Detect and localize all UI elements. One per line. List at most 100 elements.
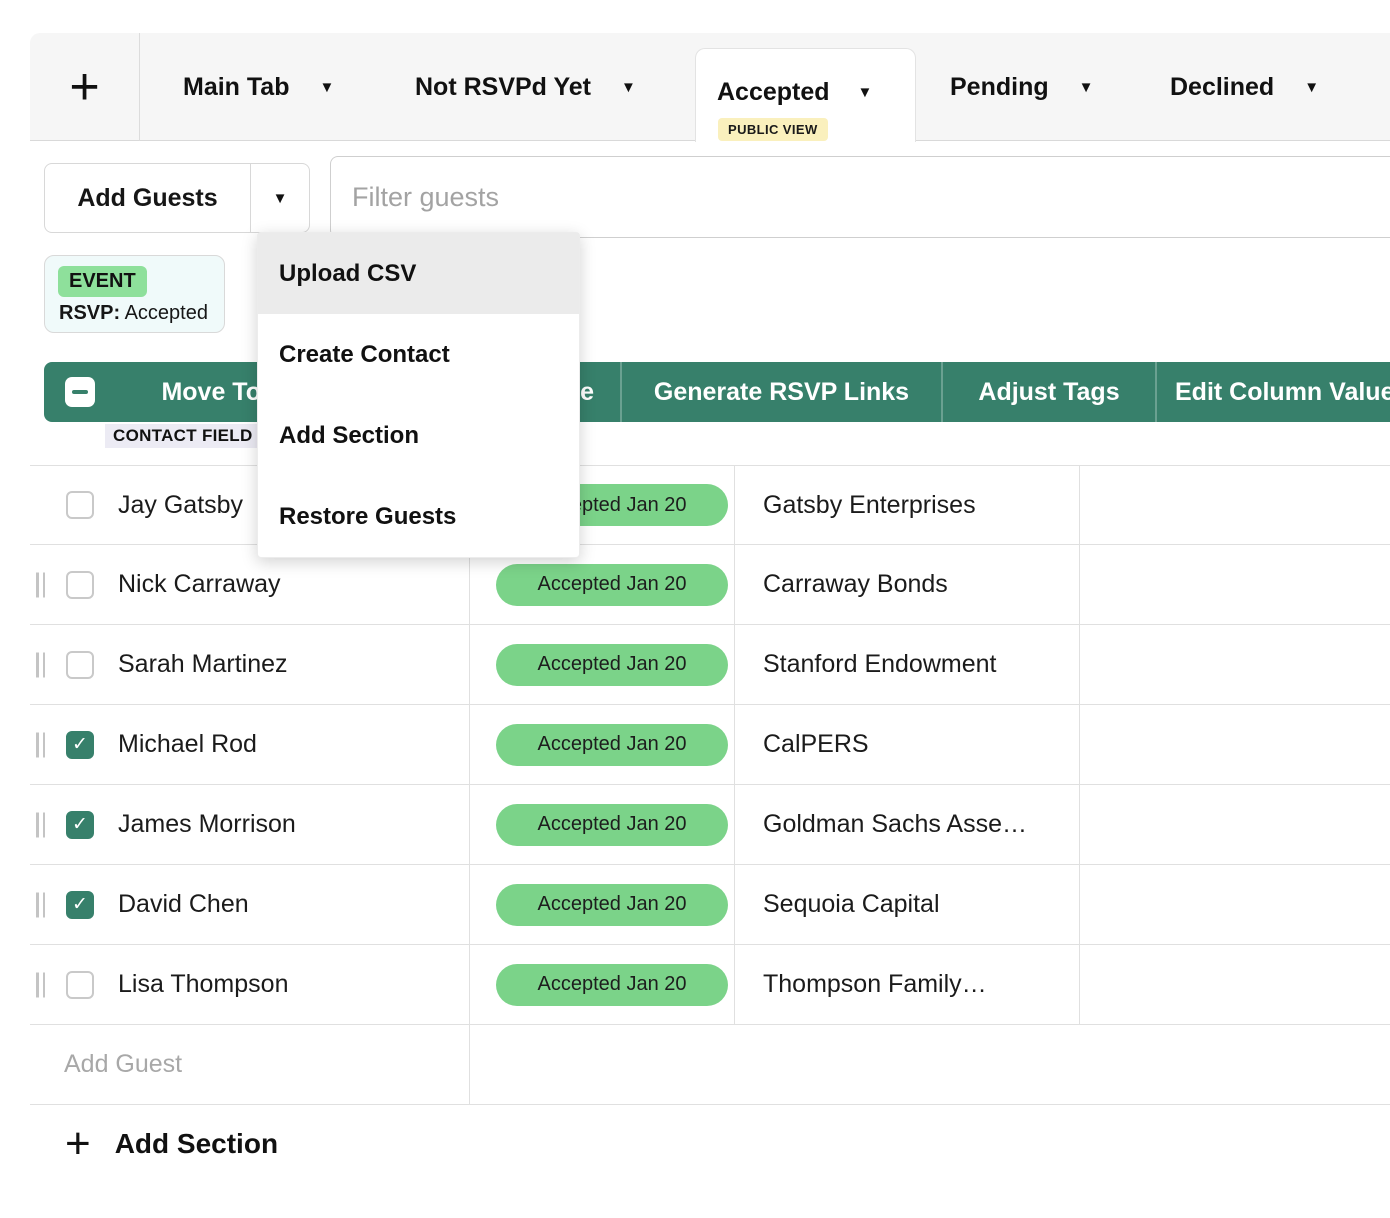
select-all-checkbox[interactable]	[44, 362, 116, 422]
empty-cell[interactable]	[1080, 705, 1390, 784]
tab-label: Not RSVPd Yet	[415, 73, 591, 102]
menu-item-add-section[interactable]: Add Section	[258, 395, 579, 476]
guest-name[interactable]: Michael Rod	[118, 730, 257, 759]
company-cell[interactable]: Carraway Bonds	[735, 545, 1080, 624]
filter-guests-input[interactable]	[330, 156, 1390, 238]
generate-rsvp-links-button[interactable]: Generate RSVP Links	[620, 362, 941, 422]
rsvp-status-pill[interactable]: Accepted Jan 20	[496, 884, 728, 926]
rsvp-filter-chip[interactable]: EVENT RSVP: Accepted	[44, 255, 225, 333]
rsvp-status-pill[interactable]: Accepted Jan 20	[496, 644, 728, 686]
drag-handle-icon[interactable]	[36, 652, 45, 677]
add-guest-row: Add Guest	[30, 1025, 1390, 1105]
drag-handle-icon[interactable]	[36, 572, 45, 597]
minus-icon	[72, 390, 88, 395]
company-cell[interactable]: CalPERS	[735, 705, 1080, 784]
tab-accepted-active[interactable]: Accepted ▼ PUBLIC VIEW	[695, 48, 916, 142]
company-cell[interactable]: Gatsby Enterprises	[735, 466, 1080, 544]
empty-cell[interactable]	[470, 1025, 1390, 1104]
tab-pending[interactable]: Pending ▼	[950, 33, 1093, 141]
plus-icon: +	[69, 61, 99, 113]
rsvp-status-pill[interactable]: Accepted Jan 20	[496, 724, 728, 766]
table-row: ✓ James Morrison Accepted Jan 20 Goldman…	[30, 785, 1390, 865]
menu-item-restore-guests[interactable]: Restore Guests	[258, 476, 579, 557]
check-icon: ✓	[72, 895, 88, 914]
add-guests-split-button: Add Guests ▼	[44, 163, 310, 233]
add-guests-dropdown-button[interactable]: ▼	[251, 164, 309, 232]
empty-cell[interactable]	[1080, 785, 1390, 864]
row-checkbox[interactable]: ✓	[66, 571, 94, 599]
tab-not-rsvpd-yet[interactable]: Not RSVPd Yet ▼	[415, 33, 636, 141]
guest-list-app: + Main Tab ▼ Not RSVPd Yet ▼ Accepted ▼ …	[0, 0, 1390, 1218]
chevron-down-icon[interactable]: ▼	[858, 85, 873, 100]
rsvp-cell: Accepted Jan 20	[470, 865, 735, 944]
edit-column-values-button[interactable]: Edit Column Values	[1155, 362, 1390, 422]
tab-accepted-row: Accepted ▼	[717, 78, 872, 107]
guest-name[interactable]: Nick Carraway	[118, 570, 281, 599]
add-tab-button[interactable]: +	[30, 33, 140, 141]
tab-label: Declined	[1170, 73, 1274, 102]
add-guest-input[interactable]: Add Guest	[30, 1025, 470, 1104]
rsvp-cell: Accepted Jan 20	[470, 705, 735, 784]
chevron-down-icon[interactable]: ▼	[1304, 80, 1319, 95]
rsvp-filter-field: RSVP:	[59, 302, 120, 324]
guest-name[interactable]: Jay Gatsby	[118, 491, 243, 520]
company-cell[interactable]: Stanford Endowment	[735, 625, 1080, 704]
table-row: ✓ Nick Carraway Accepted Jan 20 Carraway…	[30, 545, 1390, 625]
table-row: ✓ Sarah Martinez Accepted Jan 20 Stanfor…	[30, 625, 1390, 705]
row-checkbox[interactable]: ✓	[66, 731, 94, 759]
empty-cell[interactable]	[1080, 865, 1390, 944]
contact-field-column-header[interactable]: CONTACT FIELD	[105, 424, 263, 448]
tab-declined[interactable]: Declined ▼	[1170, 33, 1319, 141]
company-cell[interactable]: Sequoia Capital	[735, 865, 1080, 944]
row-checkbox[interactable]: ✓	[66, 811, 94, 839]
company-cell[interactable]: Thompson Family…	[735, 945, 1080, 1024]
add-guest-placeholder: Add Guest	[64, 1050, 182, 1079]
empty-cell[interactable]	[1080, 945, 1390, 1024]
chevron-down-icon[interactable]: ▼	[621, 80, 636, 95]
drag-handle-icon[interactable]	[36, 892, 45, 917]
event-badge: EVENT	[58, 266, 147, 297]
adjust-tags-button[interactable]: Adjust Tags	[941, 362, 1155, 422]
row-checkbox[interactable]: ✓	[66, 651, 94, 679]
company-name: Stanford Endowment	[763, 650, 996, 679]
guest-name[interactable]: David Chen	[118, 890, 249, 919]
add-section-button[interactable]: + Add Section	[30, 1112, 278, 1176]
add-section-label: Add Section	[115, 1128, 278, 1160]
company-name: Carraway Bonds	[763, 570, 948, 599]
add-guests-dropdown-menu: Upload CSV Create Contact Add Section Re…	[257, 232, 580, 558]
guest-table: ✓ Jay Gatsby Accepted Jan 20 Gatsby Ente…	[30, 465, 1390, 1105]
rsvp-status-pill[interactable]: Accepted Jan 20	[496, 564, 728, 606]
tab-label: Accepted	[717, 78, 830, 107]
guest-name[interactable]: Sarah Martinez	[118, 650, 288, 679]
chevron-down-icon: ▼	[273, 191, 288, 206]
rsvp-status-pill[interactable]: Accepted Jan 20	[496, 804, 728, 846]
empty-cell[interactable]	[1080, 545, 1390, 624]
company-cell[interactable]: Goldman Sachs Asse…	[735, 785, 1080, 864]
guest-name[interactable]: Lisa Thompson	[118, 970, 288, 999]
drag-handle-icon[interactable]	[36, 732, 45, 757]
row-checkbox[interactable]: ✓	[66, 971, 94, 999]
table-row: ✓ David Chen Accepted Jan 20 Sequoia Cap…	[30, 865, 1390, 945]
company-name: Gatsby Enterprises	[763, 491, 976, 520]
chevron-down-icon[interactable]: ▼	[1079, 80, 1094, 95]
empty-cell[interactable]	[1080, 625, 1390, 704]
company-name: Sequoia Capital	[763, 890, 940, 919]
check-icon: ✓	[72, 815, 88, 834]
menu-item-upload-csv[interactable]: Upload CSV	[258, 233, 579, 314]
row-checkbox[interactable]: ✓	[66, 491, 94, 519]
company-name: Goldman Sachs Asse…	[763, 810, 1027, 839]
add-guests-button[interactable]: Add Guests	[45, 164, 250, 232]
table-row: ✓ Michael Rod Accepted Jan 20 CalPERS	[30, 705, 1390, 785]
drag-handle-icon[interactable]	[36, 812, 45, 837]
menu-item-create-contact[interactable]: Create Contact	[258, 314, 579, 395]
row-checkbox[interactable]: ✓	[66, 891, 94, 919]
tab-main-tab[interactable]: Main Tab ▼	[183, 33, 334, 141]
checkbox-indeterminate	[65, 377, 95, 407]
chevron-down-icon[interactable]: ▼	[319, 80, 334, 95]
tab-bar: + Main Tab ▼ Not RSVPd Yet ▼ Accepted ▼ …	[30, 33, 1390, 141]
drag-handle-icon[interactable]	[36, 972, 45, 997]
rsvp-cell: Accepted Jan 20	[470, 625, 735, 704]
empty-cell[interactable]	[1080, 466, 1390, 544]
rsvp-status-pill[interactable]: Accepted Jan 20	[496, 964, 728, 1006]
guest-name[interactable]: James Morrison	[118, 810, 296, 839]
